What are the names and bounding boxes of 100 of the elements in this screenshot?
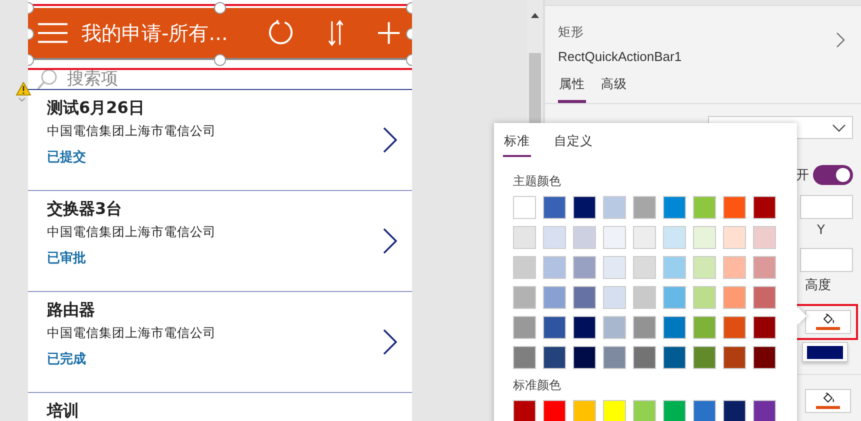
color-swatch[interactable] [513, 316, 536, 339]
color-swatch[interactable] [693, 346, 716, 369]
color-swatch[interactable] [753, 286, 776, 309]
color-picker-tab[interactable]: 标准 [503, 133, 531, 157]
item-title: 测试6月26日 [47, 98, 146, 119]
chevron-right-icon[interactable] [383, 329, 397, 355]
color-swatch[interactable] [513, 286, 536, 309]
color-swatch[interactable] [693, 316, 716, 339]
color-swatch[interactable] [663, 316, 686, 339]
color-swatch[interactable] [753, 316, 776, 339]
item-company: 中国電信集团上海市電信公司 [47, 123, 217, 140]
color-swatch[interactable] [573, 400, 596, 421]
color-swatch[interactable] [633, 286, 656, 309]
color-swatch-button[interactable] [802, 342, 848, 362]
color-swatch[interactable] [663, 286, 686, 309]
color-swatch[interactable] [663, 256, 686, 279]
control-type-label: 矩形 [558, 24, 585, 41]
color-swatch[interactable] [753, 256, 776, 279]
scroll-up-icon[interactable] [531, 13, 539, 18]
color-swatch[interactable] [573, 346, 596, 369]
input-field[interactable] [800, 195, 853, 219]
resize-handle[interactable] [214, 2, 226, 14]
color-swatch[interactable] [723, 400, 746, 421]
field-label: Y [817, 223, 825, 238]
panel-tab[interactable]: 属性 [558, 72, 586, 103]
color-swatch[interactable] [543, 400, 566, 421]
color-swatch[interactable] [573, 256, 596, 279]
color-swatch[interactable] [693, 256, 716, 279]
resize-handle[interactable] [214, 54, 226, 66]
item-title: 路由器 [47, 300, 96, 321]
color-swatch[interactable] [663, 400, 686, 421]
color-swatch[interactable] [663, 226, 686, 249]
color-swatch[interactable] [573, 316, 596, 339]
color-swatch[interactable] [753, 196, 776, 219]
color-swatch[interactable] [603, 400, 626, 421]
color-swatch[interactable] [753, 346, 776, 369]
color-swatch[interactable] [693, 196, 716, 219]
sort-icon[interactable] [328, 20, 344, 46]
color-swatch[interactable] [633, 226, 656, 249]
color-swatch[interactable] [603, 346, 626, 369]
color-swatch[interactable] [633, 400, 656, 421]
color-swatch[interactable] [573, 196, 596, 219]
color-swatch[interactable] [543, 346, 566, 369]
color-swatch[interactable] [633, 316, 656, 339]
color-swatch[interactable] [693, 400, 716, 421]
control-name: RectQuickActionBar1 [558, 49, 682, 64]
item-title: 培训 [47, 401, 79, 421]
color-swatch[interactable] [723, 286, 746, 309]
color-swatch[interactable] [723, 346, 746, 369]
color-swatch[interactable] [603, 286, 626, 309]
field-label: 高度 [805, 277, 831, 294]
list-item[interactable]: 路由器 中国電信集团上海市電信公司 已完成 [28, 292, 412, 393]
chevron-right-icon[interactable] [383, 228, 397, 254]
color-swatch[interactable] [633, 196, 656, 219]
color-swatch[interactable] [753, 226, 776, 249]
color-swatch[interactable] [603, 226, 626, 249]
color-swatch[interactable] [693, 286, 716, 309]
color-swatch[interactable] [543, 256, 566, 279]
color-swatch[interactable] [723, 316, 746, 339]
plus-icon[interactable] [378, 22, 400, 44]
list-item[interactable]: 交换器3台 中国電信集团上海市電信公司 已审批 [28, 191, 412, 292]
color-swatch[interactable] [513, 256, 536, 279]
list-item[interactable]: 测试6月26日 中国電信集团上海市電信公司 已提交 [28, 90, 412, 191]
fill-color-button[interactable] [805, 389, 851, 413]
search-icon [37, 68, 57, 89]
color-swatch[interactable] [723, 196, 746, 219]
section-title: 标准颜色 [513, 377, 562, 394]
color-swatch[interactable] [663, 196, 686, 219]
color-swatch[interactable] [513, 400, 536, 421]
color-swatch[interactable] [573, 226, 596, 249]
item-status: 已提交 [47, 148, 87, 166]
color-swatch[interactable] [573, 286, 596, 309]
toggle-switch[interactable] [813, 165, 853, 185]
color-swatch[interactable] [693, 226, 716, 249]
color-swatch[interactable] [543, 316, 566, 339]
color-swatch[interactable] [603, 316, 626, 339]
color-swatch[interactable] [513, 226, 536, 249]
color-swatch[interactable] [633, 256, 656, 279]
color-swatch[interactable] [723, 226, 746, 249]
item-status: 已审批 [47, 250, 87, 267]
panel-tab[interactable]: 高级 [600, 72, 628, 103]
color-swatch[interactable] [513, 346, 536, 369]
color-swatch[interactable] [543, 226, 566, 249]
color-swatch[interactable] [603, 196, 626, 219]
color-swatch[interactable] [753, 400, 776, 421]
color-picker-tab[interactable]: 自定义 [553, 133, 594, 157]
section-title: 主题颜色 [513, 173, 562, 190]
color-swatch[interactable] [633, 346, 656, 369]
color-swatch[interactable] [603, 256, 626, 279]
color-swatch[interactable] [543, 286, 566, 309]
color-swatch[interactable] [663, 346, 686, 369]
input-field[interactable] [800, 248, 853, 272]
color-swatch[interactable] [723, 256, 746, 279]
fill-color-button[interactable] [805, 310, 851, 334]
color-swatch[interactable] [543, 196, 566, 219]
color-swatch[interactable] [513, 196, 536, 219]
menu-icon[interactable] [38, 22, 68, 44]
refresh-icon[interactable] [267, 19, 295, 47]
chevron-right-icon[interactable] [383, 127, 397, 153]
warning-icon[interactable] [16, 82, 31, 102]
